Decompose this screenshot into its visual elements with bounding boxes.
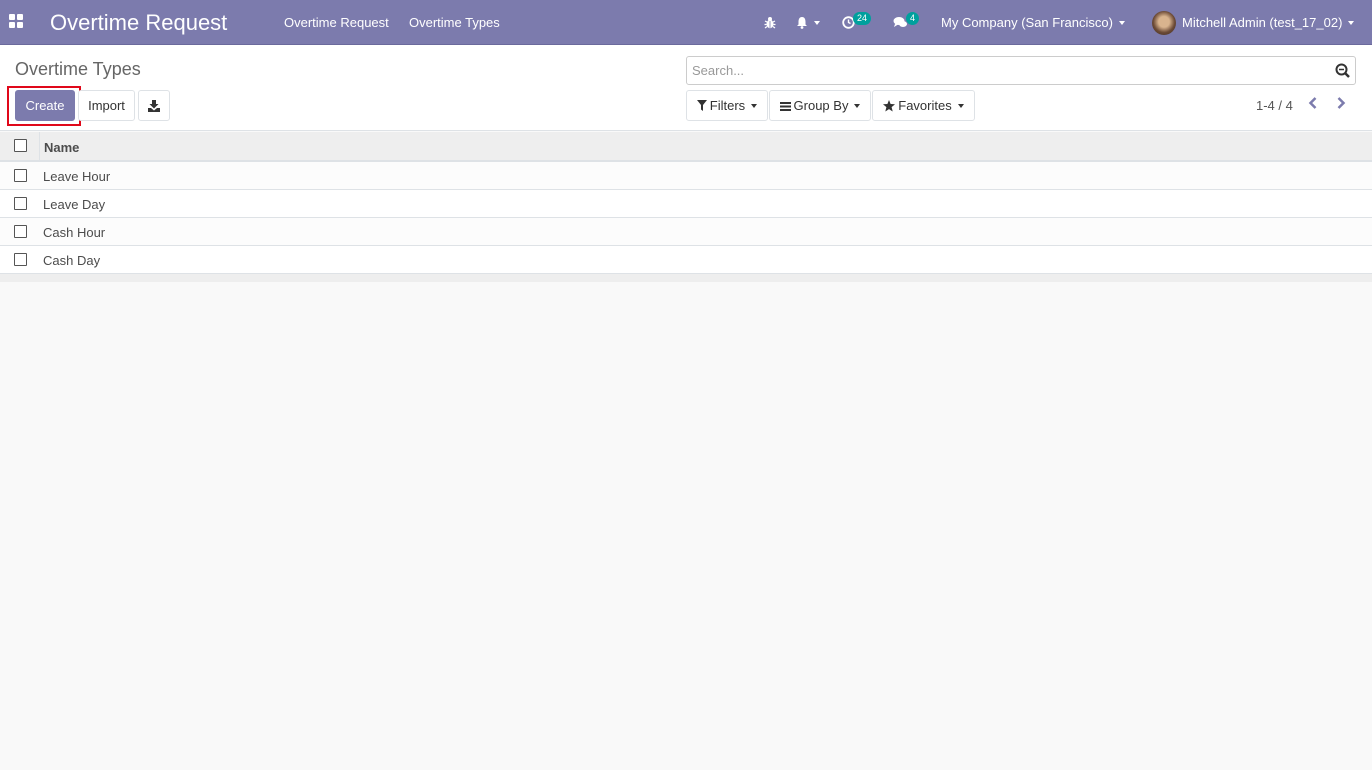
avatar	[1152, 10, 1176, 35]
download-icon	[148, 99, 160, 112]
chevron-down-icon	[957, 103, 964, 108]
chevron-left-icon	[1308, 97, 1317, 109]
table-row[interactable]: Leave Day	[0, 190, 1372, 218]
groupby-label: Group By	[793, 98, 849, 113]
menu-overtime-types[interactable]: Overtime Types	[409, 15, 500, 30]
list-footer	[0, 274, 1372, 282]
filters-label: Filters	[709, 98, 746, 113]
messages-button[interactable]: 4	[893, 0, 923, 45]
row-name: Leave Hour	[43, 169, 111, 184]
chevron-down-icon	[751, 103, 758, 108]
table-row[interactable]: Cash Day	[0, 246, 1372, 274]
download-button[interactable]	[138, 90, 170, 121]
company-switcher[interactable]: My Company (San Francisco)	[941, 0, 1125, 45]
import-button[interactable]: Import	[78, 90, 135, 121]
row-checkbox[interactable]	[14, 253, 27, 266]
chevron-down-icon	[814, 20, 820, 25]
column-separator	[39, 132, 40, 160]
user-name: Mitchell Admin (test_17_02)	[1182, 15, 1343, 30]
favorites-label: Favorites	[898, 98, 952, 113]
chevron-right-icon	[1337, 97, 1346, 109]
chevron-down-icon	[854, 103, 861, 108]
list-view: Name Leave Hour Leave Day Cash Hour Cash…	[0, 132, 1372, 282]
row-checkbox[interactable]	[14, 197, 27, 210]
user-menu[interactable]: Mitchell Admin (test_17_02)	[1152, 0, 1355, 45]
bug-icon	[764, 17, 776, 29]
row-name: Leave Day	[43, 197, 106, 212]
list-body: Leave Hour Leave Day Cash Hour Cash Day	[0, 162, 1372, 274]
list-icon	[779, 101, 791, 111]
company-name: My Company (San Francisco)	[941, 15, 1113, 30]
filter-icon	[696, 100, 707, 111]
table-row[interactable]: Cash Hour	[0, 218, 1372, 246]
create-button[interactable]: Create	[15, 90, 75, 121]
top-navbar: Overtime Request Overtime Request Overti…	[0, 0, 1372, 45]
star-icon	[883, 99, 896, 111]
chevron-down-icon	[1118, 20, 1125, 25]
activity-count-badge: 24	[853, 12, 872, 25]
pager-previous-button[interactable]	[1308, 96, 1318, 112]
groupby-dropdown[interactable]: Group By	[769, 90, 871, 121]
apps-grid-icon[interactable]	[9, 14, 24, 28]
page-title: Overtime Types	[15, 59, 141, 79]
bell-icon	[797, 17, 807, 29]
select-all-checkbox[interactable]	[14, 139, 27, 152]
row-checkbox[interactable]	[14, 225, 27, 238]
chevron-down-icon	[1348, 20, 1355, 25]
row-name: Cash Hour	[43, 225, 106, 240]
search-input[interactable]	[687, 57, 1307, 84]
control-panel: Overtime Types Create Import Filters Gro…	[0, 45, 1372, 131]
activities-button[interactable]: 24	[842, 0, 874, 45]
search-bar	[686, 56, 1356, 85]
row-checkbox[interactable]	[14, 169, 27, 182]
column-header-name[interactable]: Name	[44, 140, 79, 155]
filters-dropdown[interactable]: Filters	[686, 90, 768, 121]
search-icon[interactable]	[1335, 63, 1350, 78]
pager-next-button[interactable]	[1336, 96, 1346, 112]
app-title: Overtime Request	[50, 10, 228, 35]
message-count-badge: 4	[906, 12, 920, 25]
table-row[interactable]: Leave Hour	[0, 162, 1372, 190]
debug-button[interactable]	[764, 0, 776, 45]
list-header: Name	[0, 132, 1372, 162]
pager-value[interactable]: 1-4 / 4	[1256, 98, 1293, 113]
favorites-dropdown[interactable]: Favorites	[872, 90, 975, 121]
notifications-button[interactable]	[796, 0, 820, 45]
menu-overtime-request[interactable]: Overtime Request	[284, 15, 389, 30]
row-name: Cash Day	[43, 253, 101, 268]
